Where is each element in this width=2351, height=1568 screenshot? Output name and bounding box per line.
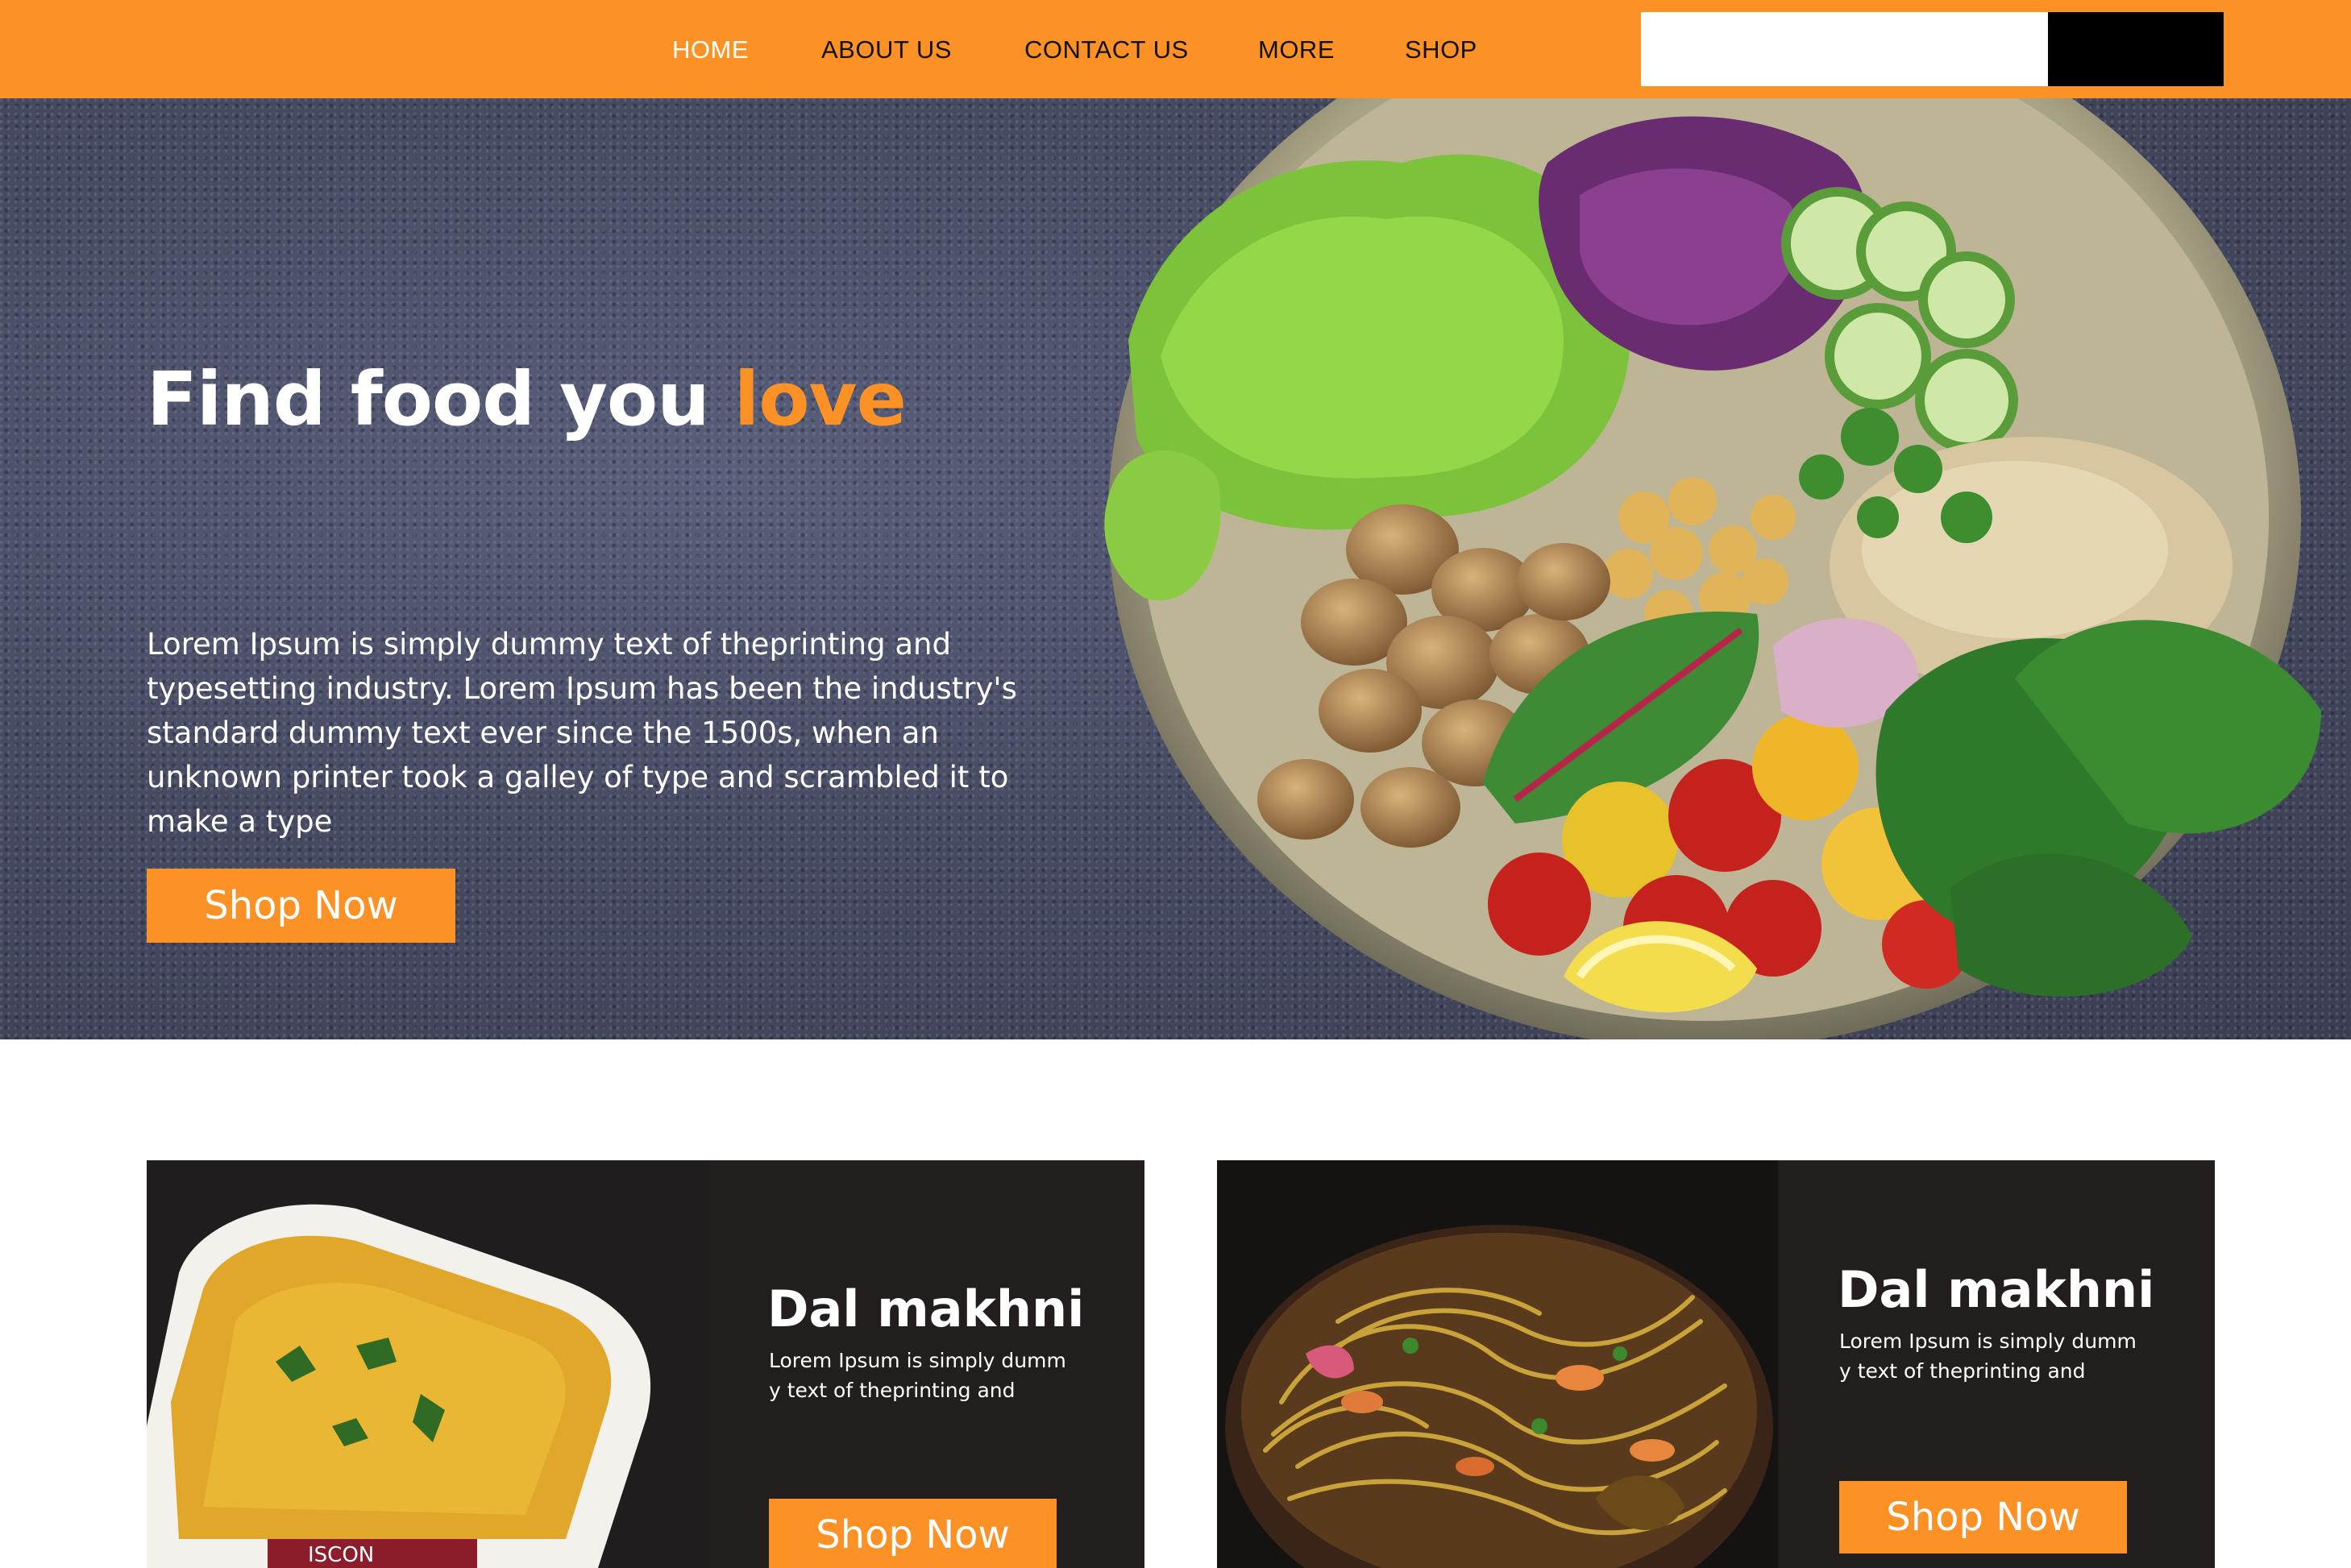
top-navbar: HOME ABOUT US CONTACT US MORE SHOP xyxy=(0,0,2351,98)
dal-makhni-tray-image: ISCON xyxy=(147,1160,708,1568)
noodle-bowl-image xyxy=(1217,1160,1778,1568)
card-shop-now-button[interactable]: Shop Now xyxy=(1839,1481,2127,1553)
product-card-dal-makhni: ISCON Dal makhni Lorem Ipsum is simply d… xyxy=(147,1160,1144,1568)
hero-description: Lorem Ipsum is simply dummy text of thep… xyxy=(147,627,1017,839)
hero-title-accent: love xyxy=(733,356,907,442)
nav-about-us[interactable]: ABOUT US xyxy=(821,32,952,68)
tray-brand-label: ISCON xyxy=(308,1543,374,1567)
hero-banner: Find food you love Lorem Ipsum is simply… xyxy=(0,98,2351,1039)
search-input[interactable] xyxy=(1641,12,2048,86)
card-title: Dal makhni xyxy=(1838,1260,2155,1319)
card-description: Lorem Ipsum is simply dummy text of thep… xyxy=(1839,1329,2137,1383)
card-shop-now-button[interactable]: Shop Now xyxy=(769,1499,1057,1568)
nav-contact-us[interactable]: CONTACT US xyxy=(1024,32,1189,68)
nav-more[interactable]: MORE xyxy=(1258,32,1335,68)
nav-shop[interactable]: SHOP xyxy=(1405,32,1477,68)
salad-bowl-image xyxy=(1104,98,2321,1039)
card-title: Dal makhni xyxy=(767,1280,1085,1338)
nav-home[interactable]: HOME xyxy=(672,32,749,68)
search-button[interactable] xyxy=(2048,12,2224,86)
card-description: Lorem Ipsum is simply dummy text of thep… xyxy=(769,1349,1066,1402)
hero-shop-now-button[interactable]: Shop Now xyxy=(147,869,455,943)
product-card-dal-makhni: Dal makhni Lorem Ipsum is simply dummy t… xyxy=(1217,1160,2215,1568)
hero-title-prefix: Find food you xyxy=(147,356,734,442)
hero-title: Find food you love xyxy=(147,355,907,445)
